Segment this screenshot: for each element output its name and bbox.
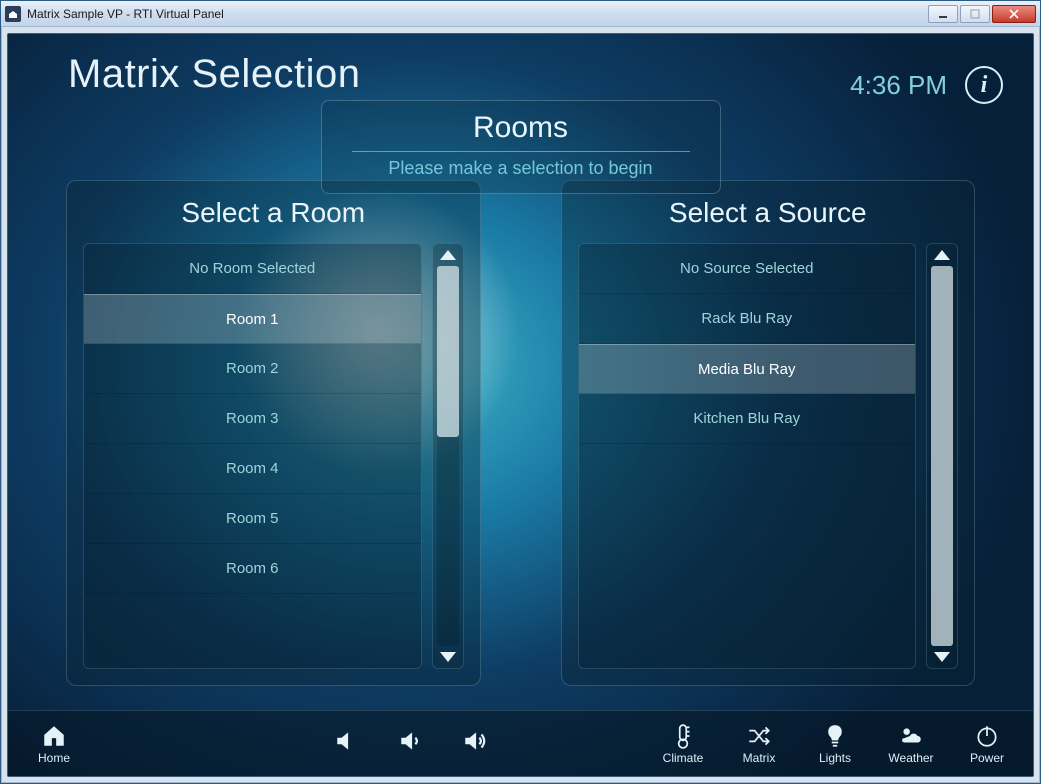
lightbulb-icon — [822, 723, 848, 749]
power-label: Power — [970, 751, 1004, 765]
source-list-item[interactable]: No Source Selected — [579, 244, 916, 294]
room-scrollbar[interactable] — [432, 243, 464, 669]
weather-button[interactable]: Weather — [885, 723, 937, 765]
speaker-high-icon — [462, 728, 488, 754]
info-button[interactable]: i — [965, 66, 1003, 104]
source-list[interactable]: No Source SelectedRack Blu RayMedia Blu … — [578, 243, 917, 669]
rooms-header-box: Rooms Please make a selection to begin — [321, 100, 721, 194]
power-icon — [974, 723, 1000, 749]
maximize-button[interactable] — [960, 5, 990, 23]
scroll-thumb[interactable] — [437, 266, 459, 437]
climate-label: Climate — [663, 751, 704, 765]
source-scrollbar[interactable] — [926, 243, 958, 669]
speaker-low-icon — [398, 728, 424, 754]
source-list-item[interactable]: Rack Blu Ray — [579, 294, 916, 344]
room-panel: Select a Room No Room SelectedRoom 1Room… — [66, 180, 481, 686]
scroll-down-icon[interactable] — [440, 652, 456, 662]
app-icon — [5, 6, 21, 22]
app-body: Matrix Selection 4:36 PM i Rooms Please … — [7, 33, 1034, 777]
minimize-button[interactable] — [928, 5, 958, 23]
bottom-bar: Home Climate Matrix — [8, 710, 1033, 776]
home-label: Home — [38, 751, 70, 765]
climate-button[interactable]: Climate — [657, 723, 709, 765]
shuffle-icon — [746, 723, 772, 749]
home-icon — [41, 723, 67, 749]
weather-icon — [898, 723, 924, 749]
speaker-mute-icon — [334, 728, 360, 754]
scroll-thumb[interactable] — [931, 266, 953, 646]
scroll-down-icon[interactable] — [934, 652, 950, 662]
volume-down-button[interactable] — [398, 728, 424, 759]
volume-up-button[interactable] — [462, 728, 488, 759]
room-list-item[interactable]: Room 3 — [84, 394, 421, 444]
volume-mute-button[interactable] — [334, 728, 360, 759]
room-list-item[interactable]: Room 1 — [84, 294, 421, 344]
room-list-item[interactable]: Room 2 — [84, 344, 421, 394]
room-panel-title: Select a Room — [83, 197, 464, 229]
rooms-header-subtitle: Please make a selection to begin — [342, 158, 700, 179]
source-list-item[interactable]: Media Blu Ray — [579, 344, 916, 394]
room-list[interactable]: No Room SelectedRoom 1Room 2Room 3Room 4… — [83, 243, 422, 669]
matrix-label: Matrix — [743, 751, 776, 765]
lights-button[interactable]: Lights — [809, 723, 861, 765]
room-list-item[interactable]: Room 4 — [84, 444, 421, 494]
source-panel-title: Select a Source — [578, 197, 959, 229]
page-title: Matrix Selection — [68, 52, 361, 97]
clock: 4:36 PM — [850, 70, 947, 101]
room-list-item[interactable]: Room 5 — [84, 494, 421, 544]
thermometer-icon — [670, 723, 696, 749]
scroll-track[interactable] — [931, 266, 953, 646]
close-button[interactable] — [992, 5, 1036, 23]
home-button[interactable]: Home — [28, 723, 80, 765]
room-list-item[interactable]: Room 6 — [84, 544, 421, 594]
room-list-item[interactable]: No Room Selected — [84, 244, 421, 294]
titlebar[interactable]: Matrix Sample VP - RTI Virtual Panel — [1, 1, 1040, 27]
scroll-up-icon[interactable] — [934, 250, 950, 260]
divider — [352, 151, 690, 152]
window-title: Matrix Sample VP - RTI Virtual Panel — [27, 7, 224, 21]
scroll-up-icon[interactable] — [440, 250, 456, 260]
lights-label: Lights — [819, 751, 851, 765]
scroll-track[interactable] — [437, 266, 459, 646]
weather-label: Weather — [888, 751, 933, 765]
source-list-item[interactable]: Kitchen Blu Ray — [579, 394, 916, 444]
matrix-button[interactable]: Matrix — [733, 723, 785, 765]
power-button[interactable]: Power — [961, 723, 1013, 765]
app-window: Matrix Sample VP - RTI Virtual Panel Mat… — [0, 0, 1041, 784]
source-panel: Select a Source No Source SelectedRack B… — [561, 180, 976, 686]
rooms-header-title: Rooms — [342, 111, 700, 145]
